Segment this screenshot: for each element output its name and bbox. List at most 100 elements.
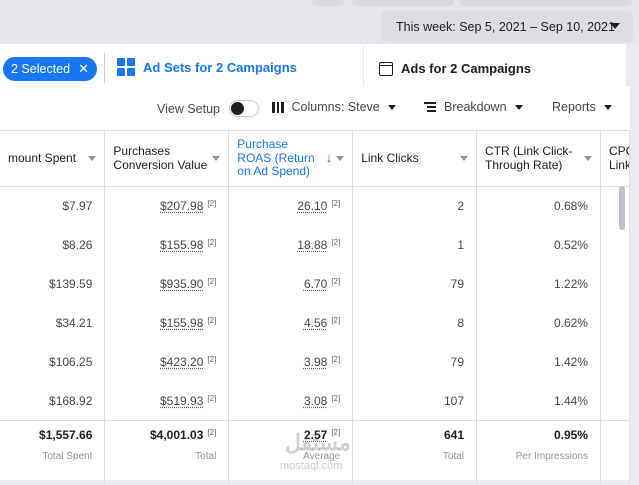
- cell-cpc: [600, 225, 631, 265]
- header-amount-spent[interactable]: mount Spent: [0, 130, 106, 187]
- value-spent: $8.26: [62, 238, 93, 252]
- value-roas[interactable]: 26.10: [297, 199, 327, 213]
- total-clicks-cell: 641 Total: [352, 420, 478, 485]
- table-row[interactable]: $106.25 $423.20 [2] 3.98 [2] 79 1.42%: [0, 342, 631, 382]
- cell-spent: $34.21: [0, 303, 106, 343]
- value-ctr: 0.52%: [553, 238, 588, 252]
- cell-spent: $106.25: [0, 342, 106, 382]
- value-value[interactable]: $935.90: [160, 277, 203, 291]
- header-label: Link Clicks: [361, 150, 419, 165]
- chevron-down-icon[interactable]: [336, 156, 345, 161]
- total-ctr: 0.95%: [553, 428, 588, 442]
- cell-spent: $7.97: [0, 186, 106, 226]
- selected-chip[interactable]: 2 Selected ✕: [3, 57, 97, 81]
- chevron-down-icon[interactable]: [460, 156, 469, 161]
- chevron-down-icon: [603, 104, 612, 110]
- main-panel: View Setup Columns: Steve Breakdown Repo…: [0, 86, 631, 485]
- tab-ads[interactable]: Ads for 2 Campaigns: [364, 44, 626, 86]
- value-value[interactable]: $155.98: [160, 316, 203, 330]
- value-spent: $106.25: [49, 355, 93, 369]
- value-value[interactable]: $155.98: [160, 238, 203, 252]
- header-label: Purchase ROAS (Return on Ad Spend): [237, 137, 315, 179]
- value-roas[interactable]: 6.70: [304, 277, 327, 291]
- chevron-down-icon[interactable]: [88, 156, 97, 161]
- cell-value: $423.20 [2]: [104, 342, 230, 382]
- footnote-marker: [2]: [207, 238, 217, 247]
- value-roas[interactable]: 4.56: [304, 316, 327, 330]
- value-spent: $139.59: [49, 277, 93, 291]
- total-value-cell: $4,001.03 [2] Total: [104, 420, 230, 485]
- cell-clicks: 79: [352, 342, 478, 382]
- value-spent: $34.21: [55, 316, 93, 330]
- ad-sets-grid-icon: [117, 58, 135, 76]
- cell-value: $155.98 [2]: [104, 303, 230, 343]
- breakdown-dropdown[interactable]: Breakdown: [424, 100, 523, 114]
- total-clicks-label: Total: [442, 451, 465, 462]
- value-clicks: 2: [457, 199, 465, 214]
- header-cpc[interactable]: CPC Link: [600, 130, 631, 187]
- value-roas[interactable]: 3.08: [304, 394, 327, 408]
- value-roas[interactable]: 3.98: [304, 355, 327, 369]
- tab-ad-sets-label: Ad Sets for 2 Campaigns: [143, 59, 297, 75]
- total-clicks: 641: [443, 428, 465, 442]
- ad-window-icon: [379, 61, 393, 76]
- view-setup[interactable]: View Setup: [157, 100, 260, 117]
- value-value[interactable]: $519.93: [160, 394, 203, 408]
- date-range-picker[interactable]: This week: Sep 5, 2021 – Sep 10, 2021: [381, 11, 633, 42]
- cell-roas: 4.56 [2]: [228, 303, 354, 343]
- top-button-3[interactable]: [460, 0, 632, 6]
- value-ctr: 0.62%: [553, 316, 588, 330]
- value-clicks: 107: [443, 393, 465, 408]
- header-purchases-value[interactable]: Purchases Conversion Value: [104, 130, 230, 187]
- vertical-scrollbar[interactable]: [619, 186, 625, 230]
- chevron-down-icon: [514, 104, 523, 110]
- table-row[interactable]: $139.59 $935.90 [2] 6.70 [2] 79 1.22%: [0, 264, 631, 304]
- chevron-down-icon[interactable]: [583, 156, 592, 161]
- table-row[interactable]: $8.26 $155.98 [2] 18.88 [2] 1 0.52%: [0, 225, 631, 265]
- table-row[interactable]: $168.92 $519.93 [2] 3.08 [2] 107 1.44%: [0, 381, 631, 421]
- table-row[interactable]: $34.21 $155.98 [2] 4.56 [2] 8 0.62%: [0, 303, 631, 343]
- header-purchase-roas[interactable]: Purchase ROAS (Return on Ad Spend) ↓: [228, 130, 354, 187]
- columns-dropdown[interactable]: Columns: Steve: [272, 100, 396, 114]
- value-clicks: 1: [457, 238, 465, 252]
- cell-roas: 3.08 [2]: [228, 381, 354, 421]
- cell-cpc: [600, 186, 631, 226]
- total-spent-label: Total Spent: [42, 451, 93, 462]
- cell-roas: 3.98 [2]: [228, 342, 354, 382]
- cell-cpc: [600, 264, 631, 304]
- cell-roas: 6.70 [2]: [228, 264, 354, 304]
- top-button-1[interactable]: [312, 0, 344, 6]
- value-value[interactable]: $423.20: [160, 355, 203, 369]
- cell-cpc: [600, 381, 631, 421]
- top-bar: This week: Sep 5, 2021 – Sep 10, 2021: [0, 0, 639, 44]
- header-link-clicks[interactable]: Link Clicks: [352, 130, 478, 187]
- cell-clicks: 8: [352, 303, 478, 343]
- cell-value: $519.93 [2]: [104, 381, 230, 421]
- cell-ctr: 1.22%: [476, 264, 601, 304]
- close-icon[interactable]: ✕: [78, 61, 89, 77]
- cell-ctr: 0.68%: [476, 186, 601, 226]
- view-setup-toggle[interactable]: [229, 100, 260, 117]
- tab-ad-sets[interactable]: 2 Selected ✕ Ad Sets for 2 Campaigns: [0, 44, 363, 86]
- total-cpc-cell: [600, 420, 631, 485]
- footnote-marker: [2]: [331, 355, 341, 364]
- cell-spent: $139.59: [0, 264, 106, 304]
- total-ctr-label: Per Impressions: [515, 451, 588, 462]
- divider: [104, 53, 105, 83]
- value-ctr: 1.44%: [553, 393, 588, 408]
- chevron-down-icon[interactable]: [212, 156, 221, 161]
- value-roas[interactable]: 18.88: [297, 238, 327, 252]
- cell-ctr: 1.44%: [476, 381, 601, 421]
- reports-dropdown[interactable]: Reports: [552, 100, 612, 114]
- breakdown-icon: [424, 101, 436, 113]
- chevron-down-icon: [387, 104, 396, 110]
- value-clicks: 79: [450, 277, 465, 291]
- cell-value: $207.98 [2]: [104, 186, 230, 226]
- sort-down-arrow-icon[interactable]: ↓: [326, 151, 333, 165]
- table-row[interactable]: $7.97 $207.98 [2] 26.10 [2] 2 0.68%: [0, 186, 631, 226]
- footnote-marker: [2]: [207, 355, 217, 364]
- header-ctr[interactable]: CTR (Link Click-Through Rate): [476, 130, 601, 187]
- value-value[interactable]: $207.98: [160, 199, 203, 213]
- cell-ctr: 1.42%: [476, 342, 601, 382]
- top-button-2[interactable]: [352, 0, 454, 6]
